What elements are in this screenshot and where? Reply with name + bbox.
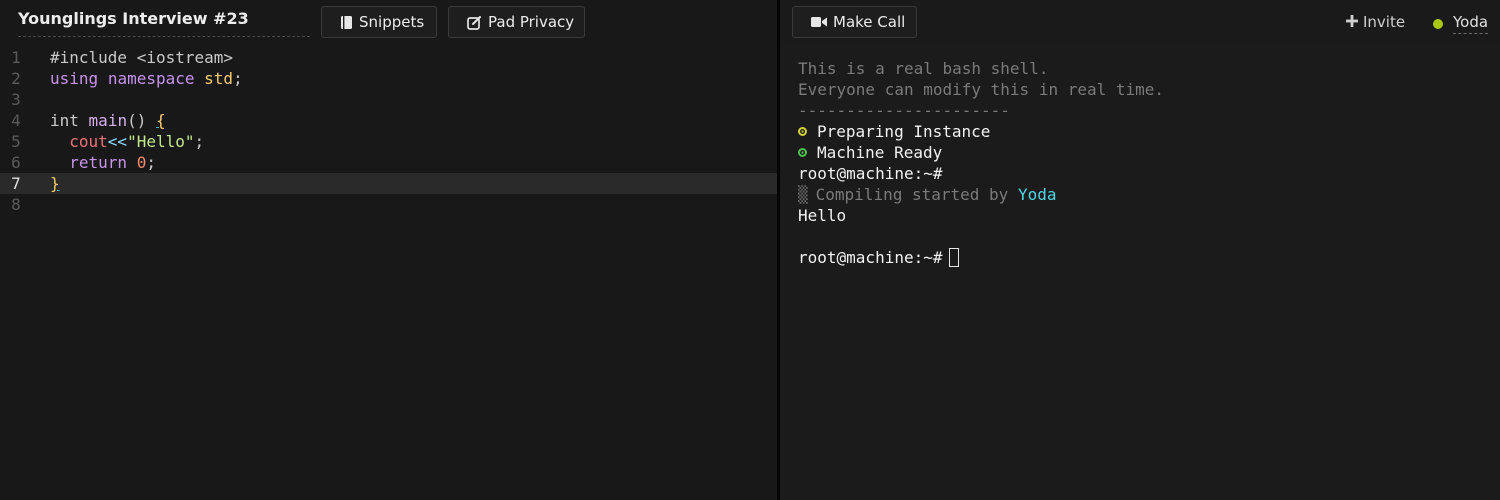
current-user[interactable]: Yoda: [1433, 13, 1489, 34]
compile-space: [1008, 184, 1018, 205]
invite-label: Invite: [1363, 13, 1406, 31]
editor-header: Younglings Interview #23 Snippets Pad Pr…: [0, 0, 777, 42]
pad-app: Younglings Interview #23 Snippets Pad Pr…: [0, 0, 1500, 500]
preparing-status-icon: [798, 127, 807, 136]
video-camera-icon: [811, 16, 827, 28]
code-line[interactable]: 6 return 0;: [0, 152, 777, 173]
terminal-pane: Make Call Invite Yoda This is a real bas…: [780, 0, 1500, 500]
user-name: Yoda: [1453, 13, 1489, 34]
code-token: ;: [146, 153, 156, 172]
terminal-output[interactable]: This is a real bash shell. Everyone can …: [798, 58, 1500, 268]
snippets-label: Snippets: [359, 13, 425, 31]
code-line[interactable]: 7}: [0, 173, 777, 194]
code-token: 0: [136, 153, 147, 172]
code-text: using namespace std;: [50, 68, 243, 89]
code-token: using: [50, 69, 99, 88]
pad-privacy-label: Pad Privacy: [488, 13, 575, 31]
code-token: }: [50, 174, 60, 193]
code-text: return 0;: [50, 152, 156, 173]
edit-square-icon: [467, 15, 482, 30]
code-text: cout<<"Hello";: [50, 131, 204, 152]
code-text: }: [50, 173, 60, 194]
code-token: namespace: [107, 69, 195, 88]
pad-title[interactable]: Younglings Interview #23: [18, 9, 310, 37]
code-token: (): [127, 111, 156, 130]
line-number: 3: [11, 90, 21, 109]
line-number: 1: [11, 48, 21, 67]
terminal-status-line: Machine Ready: [798, 142, 1500, 163]
code-token: ;: [194, 132, 205, 151]
code-token: <<: [107, 132, 128, 151]
line-number: 4: [11, 111, 21, 130]
code-line[interactable]: 2 using namespace std;: [0, 68, 777, 89]
pad-privacy-button[interactable]: Pad Privacy: [448, 6, 585, 38]
status-text: Machine Ready: [817, 143, 943, 162]
code-line[interactable]: 3: [0, 89, 777, 110]
terminal-active-prompt[interactable]: root@machine:~#: [798, 247, 1500, 268]
line-number: 5: [11, 132, 21, 151]
terminal-header: Make Call Invite Yoda: [780, 0, 1500, 42]
code-line[interactable]: 1 #include <iostream>: [0, 47, 777, 68]
editor-pane: Younglings Interview #23 Snippets Pad Pr…: [0, 0, 777, 500]
terminal-status-line: Preparing Instance: [798, 121, 1500, 142]
plus-icon: [1346, 13, 1358, 31]
snippets-button[interactable]: Snippets: [321, 6, 437, 38]
terminal-compile-line: ▒ Compiling started by Yoda: [798, 184, 1500, 205]
user-status-dot: [1433, 18, 1443, 29]
code-token: return: [69, 153, 128, 172]
code-token: main: [88, 111, 128, 130]
line-number: 6: [11, 153, 21, 172]
code-token: #include <iostream>: [50, 48, 234, 67]
code-token: std: [204, 69, 234, 88]
line-number: 7: [11, 174, 21, 193]
compile-spinner-icon: ▒: [798, 185, 808, 204]
line-number: 2: [11, 69, 21, 88]
terminal-cursor: [948, 248, 959, 267]
code-text: #include <iostream>: [50, 47, 233, 68]
make-call-label: Make Call: [833, 13, 906, 31]
line-number: 8: [11, 195, 21, 214]
code-line[interactable]: 8: [0, 194, 777, 215]
code-line[interactable]: 5 cout<<"Hello";: [0, 131, 777, 152]
terminal-separator: ----------------------: [798, 101, 1010, 120]
code-token: cout: [69, 132, 108, 151]
snippets-icon: [340, 15, 353, 30]
terminal-prompt: root@machine:~#: [798, 164, 943, 183]
ready-status-icon: [798, 148, 807, 157]
compile-text: Compiling started by: [815, 185, 1009, 204]
invite-button[interactable]: Invite: [1346, 13, 1405, 31]
code-editor[interactable]: 1 #include <iostream> 2 using namespace std…: [0, 42, 777, 500]
terminal-output-line: Hello: [798, 206, 847, 225]
compile-user: Yoda: [1017, 185, 1057, 204]
code-text: int main() {: [50, 110, 166, 131]
code-token: "Hello": [127, 132, 195, 151]
prompt-text: root@machine:~#: [798, 248, 943, 267]
code-token: ;: [233, 69, 243, 88]
code-token: {: [155, 111, 166, 130]
terminal-intro-line: Everyone can modify this in real time.: [798, 80, 1165, 99]
code-token: int: [50, 111, 79, 130]
code-line[interactable]: 4 int main() {: [0, 110, 777, 131]
terminal-intro-line: This is a real bash shell.: [798, 59, 1049, 78]
status-text: Preparing Instance: [817, 122, 991, 141]
make-call-button[interactable]: Make Call: [792, 6, 917, 38]
